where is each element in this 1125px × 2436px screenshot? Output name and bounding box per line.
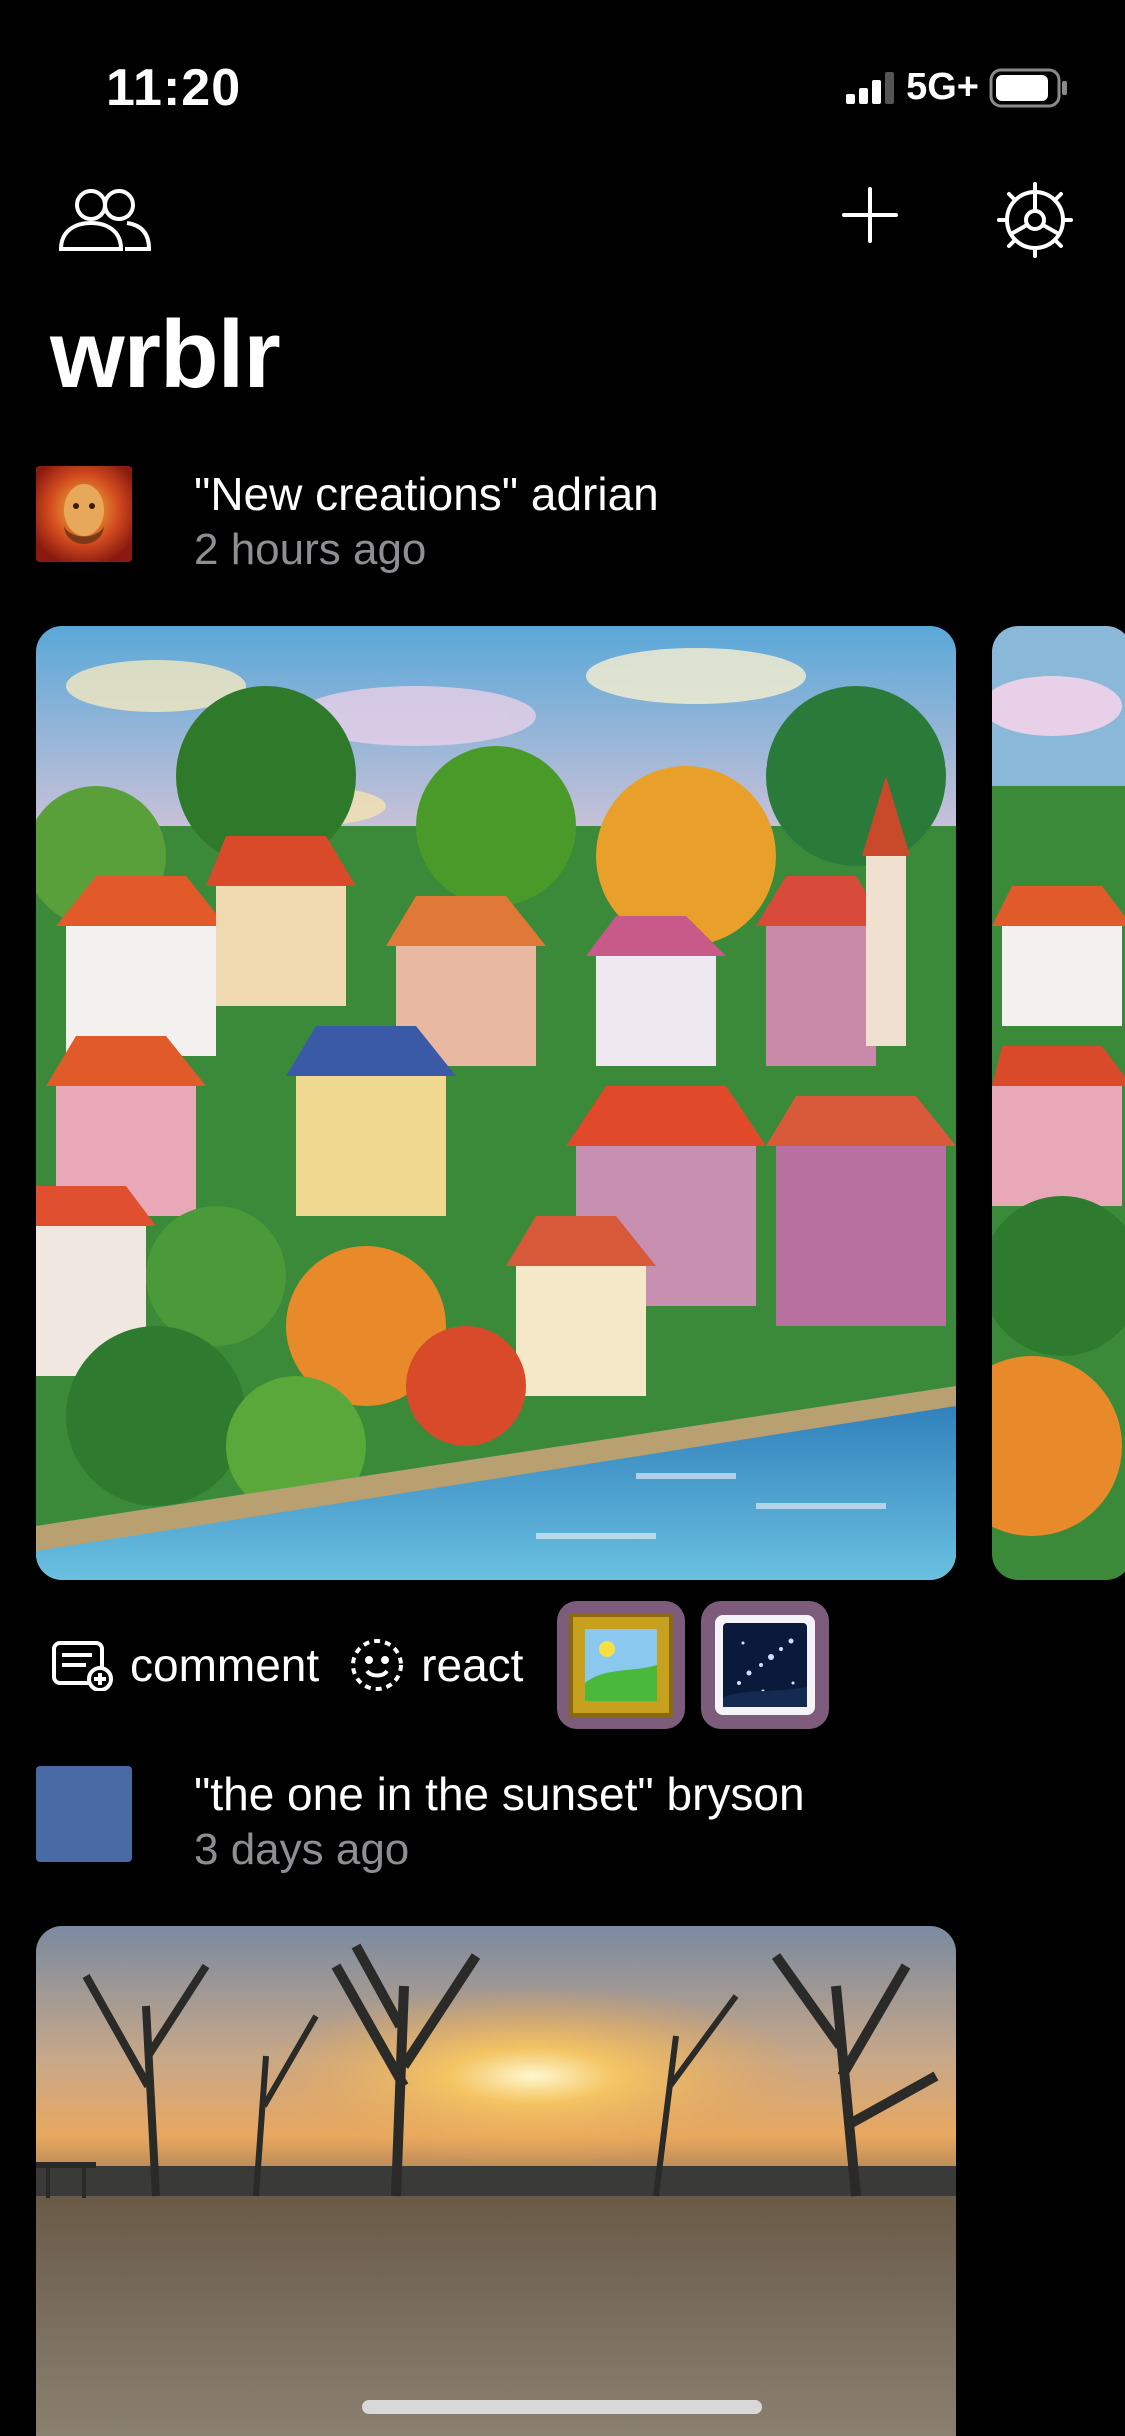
post-image[interactable] — [36, 1926, 956, 2436]
post-header[interactable]: "New creations" adrian 2 hours ago — [36, 466, 659, 578]
reaction-night-sky[interactable] — [701, 1601, 830, 1729]
user-avatar[interactable] — [36, 1766, 132, 1862]
post-image-next[interactable] — [992, 626, 1125, 1580]
react-button[interactable]: react — [349, 1637, 523, 1693]
status-time: 11:20 — [106, 59, 242, 117]
reaction-framed-picture[interactable] — [557, 1601, 686, 1729]
comment-label: comment — [130, 1639, 320, 1691]
battery-icon — [989, 68, 1067, 107]
react-label: react — [421, 1639, 524, 1691]
post-header[interactable]: "the one in the sunset" bryson 3 days ag… — [36, 1766, 805, 1878]
friends-button[interactable] — [50, 180, 160, 260]
post-title: "the one in the sunset" bryson — [194, 1768, 805, 1820]
app-title: wrblr — [50, 301, 281, 408]
post-image[interactable] — [36, 626, 956, 1580]
settings-icon — [997, 182, 1073, 258]
settings-button[interactable] — [990, 175, 1080, 265]
post-timestamp: 2 hours ago — [194, 525, 427, 574]
status-indicators: 5G+ — [846, 66, 1069, 109]
portrait-avatar — [36, 466, 132, 562]
painted-village-artwork — [36, 626, 956, 1580]
painted-village-artwork-2 — [992, 626, 1125, 1580]
comment-icon — [52, 1641, 113, 1691]
post-actions: comment react — [52, 1600, 830, 1730]
framed-landscape-icon — [569, 1613, 674, 1717]
night-sky-icon — [715, 1615, 816, 1715]
plus-icon — [842, 187, 898, 243]
network-label: 5G+ — [906, 66, 979, 108]
add-button[interactable] — [830, 175, 910, 255]
friends-icon — [58, 189, 152, 251]
smiley-icon — [351, 1639, 404, 1691]
post-timestamp: 3 days ago — [194, 1825, 410, 1874]
home-indicator[interactable] — [362, 2400, 762, 2414]
signal-icon — [846, 71, 895, 104]
comment-button[interactable]: comment — [52, 1638, 319, 1692]
user-avatar[interactable] — [36, 466, 132, 562]
sunset-photo — [36, 1926, 956, 2436]
post-title: "New creations" adrian — [194, 468, 659, 520]
